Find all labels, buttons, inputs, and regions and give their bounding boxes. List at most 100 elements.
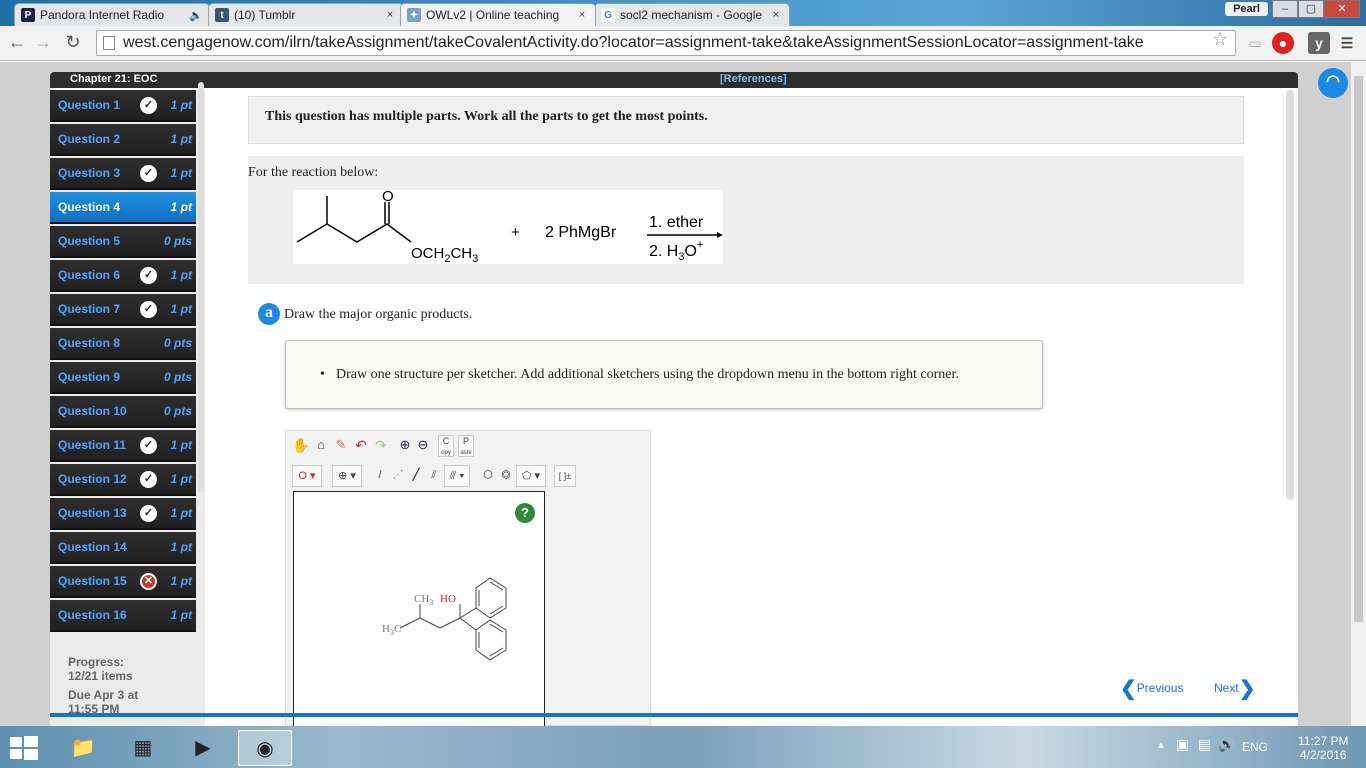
tab-close-icon[interactable]: × [383,9,397,21]
page-icon [103,36,115,50]
charge-picker[interactable]: ⊕ ▾ [332,465,362,487]
benzene-icon[interactable]: ⏣ [498,465,514,487]
calculator-icon[interactable]: ▦ [116,730,170,766]
cyclohexane-icon[interactable]: ⬡ [480,465,496,487]
sidebar-scrollbar[interactable] [198,82,204,492]
previous-button[interactable]: ❮Previous [1120,676,1183,701]
scroll-thumb[interactable] [1354,76,1363,622]
question-item-3[interactable]: Question 3 ✓ 1 pt [50,158,196,190]
references-link[interactable]: [References] [720,73,787,85]
next-button[interactable]: Next❯ [1214,676,1255,701]
support-chat-icon[interactable]: ◠ [1318,68,1348,98]
address-bar[interactable]: west.cengagenow.com/ilrn/takeAssignment/… [96,30,1236,56]
question-label: Question 10 [58,404,127,418]
question-item-10[interactable]: Question 10 0 pts [50,396,196,428]
hydroxyl-label: HO [440,593,456,605]
paste-button[interactable]: Paste [458,435,474,457]
question-item-11[interactable]: Question 11 ✓ 1 pt [50,430,196,462]
drawn-structure: CH3 HO H3C [382,577,507,661]
close-window-button[interactable]: ✕ [1324,0,1360,18]
redo-icon[interactable]: ↷ [372,435,390,457]
sketch-canvas[interactable]: ? CH3 HO H3C [293,491,545,727]
question-item-7[interactable]: Question 7 ✓ 1 pt [50,294,196,326]
reload-icon[interactable]: ↻ [62,32,84,53]
extension-y-icon[interactable]: y [1308,32,1330,54]
page-scrollbar[interactable] [1351,62,1366,726]
tab-google[interactable]: G socl2 mechanism - Google × [594,3,790,26]
carbonyl-oxygen: O [382,190,394,205]
tab-close-icon[interactable]: × [769,9,783,21]
cast-icon[interactable]: ▭ [1244,32,1266,54]
bracket-tool[interactable]: [ ]± [554,465,576,487]
menu-icon[interactable]: ☰ [1336,32,1358,54]
page-content: Chapter 21: EOC [References] Question 1 … [0,62,1366,727]
due-date: Due Apr 3 at 11:55 PM [68,688,138,716]
ring-picker[interactable]: ⬠ ▾ [516,465,546,487]
back-arrow-icon[interactable]: ← [6,32,28,53]
question-item-4[interactable]: Question 4 1 pt [50,192,196,224]
file-explorer-icon[interactable]: 📁 [56,730,110,766]
bookmark-star-icon[interactable]: ☆ [1212,29,1228,50]
windows-start-icon[interactable] [8,734,40,762]
lasso-tool-icon[interactable]: ⌂ [312,435,330,457]
language-indicator[interactable]: ENG [1242,740,1268,754]
question-points: 1 pt [170,166,192,180]
single-bond-icon[interactable]: / [372,465,388,487]
question-points: 0 pts [163,336,192,350]
double-bond-icon[interactable]: ⫽ [426,465,442,487]
copy-button[interactable]: Copy [438,435,454,457]
question-item-6[interactable]: Question 6 ✓ 1 pt [50,260,196,292]
media-player-icon[interactable]: ▶ [176,730,230,766]
step1-label: 1. ether [649,214,704,231]
tab-pandora[interactable]: P Pandora Internet Radio 🔈 [14,3,210,26]
adblock-icon[interactable]: ● [1272,32,1294,54]
desktop-icon[interactable]: ▣ [1176,736,1189,753]
minimize-button[interactable]: – [1272,0,1298,18]
question-item-13[interactable]: Question 13 ✓ 1 pt [50,498,196,530]
chrome-icon[interactable]: ◉ [238,730,292,766]
question-item-8[interactable]: Question 8 0 pts [50,328,196,360]
maximize-button[interactable]: ▢ [1298,0,1324,18]
forward-arrow-icon[interactable]: → [32,32,54,53]
tab-owlv2[interactable]: ✦ OWLv2 | Online teaching × [400,3,596,26]
volume-icon[interactable]: 🔊 [1218,736,1235,753]
due-line: Due Apr 3 at [68,688,139,702]
hand-tool-icon[interactable]: ✋ [292,435,310,457]
browser-tab-strip: P Pandora Internet Radio 🔈 t (10) Tumblr… [0,0,1366,26]
question-item-9[interactable]: Question 9 0 pts [50,362,196,394]
content-scrollbar[interactable] [1286,90,1294,500]
question-label: Question 8 [58,336,121,350]
clock[interactable]: 11:27 PM 4/2/2016 [1298,734,1348,762]
question-points: 1 pt [170,302,192,316]
question-item-14[interactable]: Question 14 1 pt [50,532,196,564]
atom-picker[interactable]: O ▾ [292,465,322,487]
question-points: 1 pt [170,268,192,282]
question-item-16[interactable]: Question 16 1 pt [50,600,196,632]
profile-button[interactable]: Pearl [1225,2,1268,16]
question-item-15[interactable]: Question 15 ✕ 1 pt [50,566,196,598]
question-item-2[interactable]: Question 2 1 pt [50,124,196,156]
question-label: Question 3 [58,166,121,180]
triple-bond-picker[interactable]: ⫻ ▾ [444,465,470,487]
question-item-5[interactable]: Question 5 0 pts [50,226,196,258]
owl-icon: ✦ [407,8,421,22]
undo-icon[interactable]: ↶ [352,435,370,457]
zoom-in-icon[interactable]: ⊕ [396,435,414,457]
checkmark-icon: ✓ [140,97,157,114]
dashed-bond-icon[interactable]: ⋰ [390,465,406,487]
tab-close-icon[interactable]: × [575,9,589,21]
zoom-out-icon[interactable]: ⊖ [414,435,432,457]
question-label: Question 9 [58,370,121,384]
eraser-icon[interactable]: ✎ [332,435,350,457]
question-item-12[interactable]: Question 12 ✓ 1 pt [50,464,196,496]
question-label: Question 1 [58,98,121,112]
checkmark-icon: ✓ [140,267,157,284]
question-item-1[interactable]: Question 1 ✓ 1 pt [50,90,196,122]
network-icon[interactable]: ▤ [1198,736,1211,753]
wedge-bond-icon[interactable]: ╱ [408,465,424,487]
question-points: 1 pt [170,132,192,146]
question-label: Question 16 [58,608,127,622]
tab-tumblr[interactable]: t (10) Tumblr × [208,3,404,26]
progress-value: 12/21 items [68,669,133,683]
show-hidden-icons-icon[interactable]: ▲ [1156,740,1166,751]
